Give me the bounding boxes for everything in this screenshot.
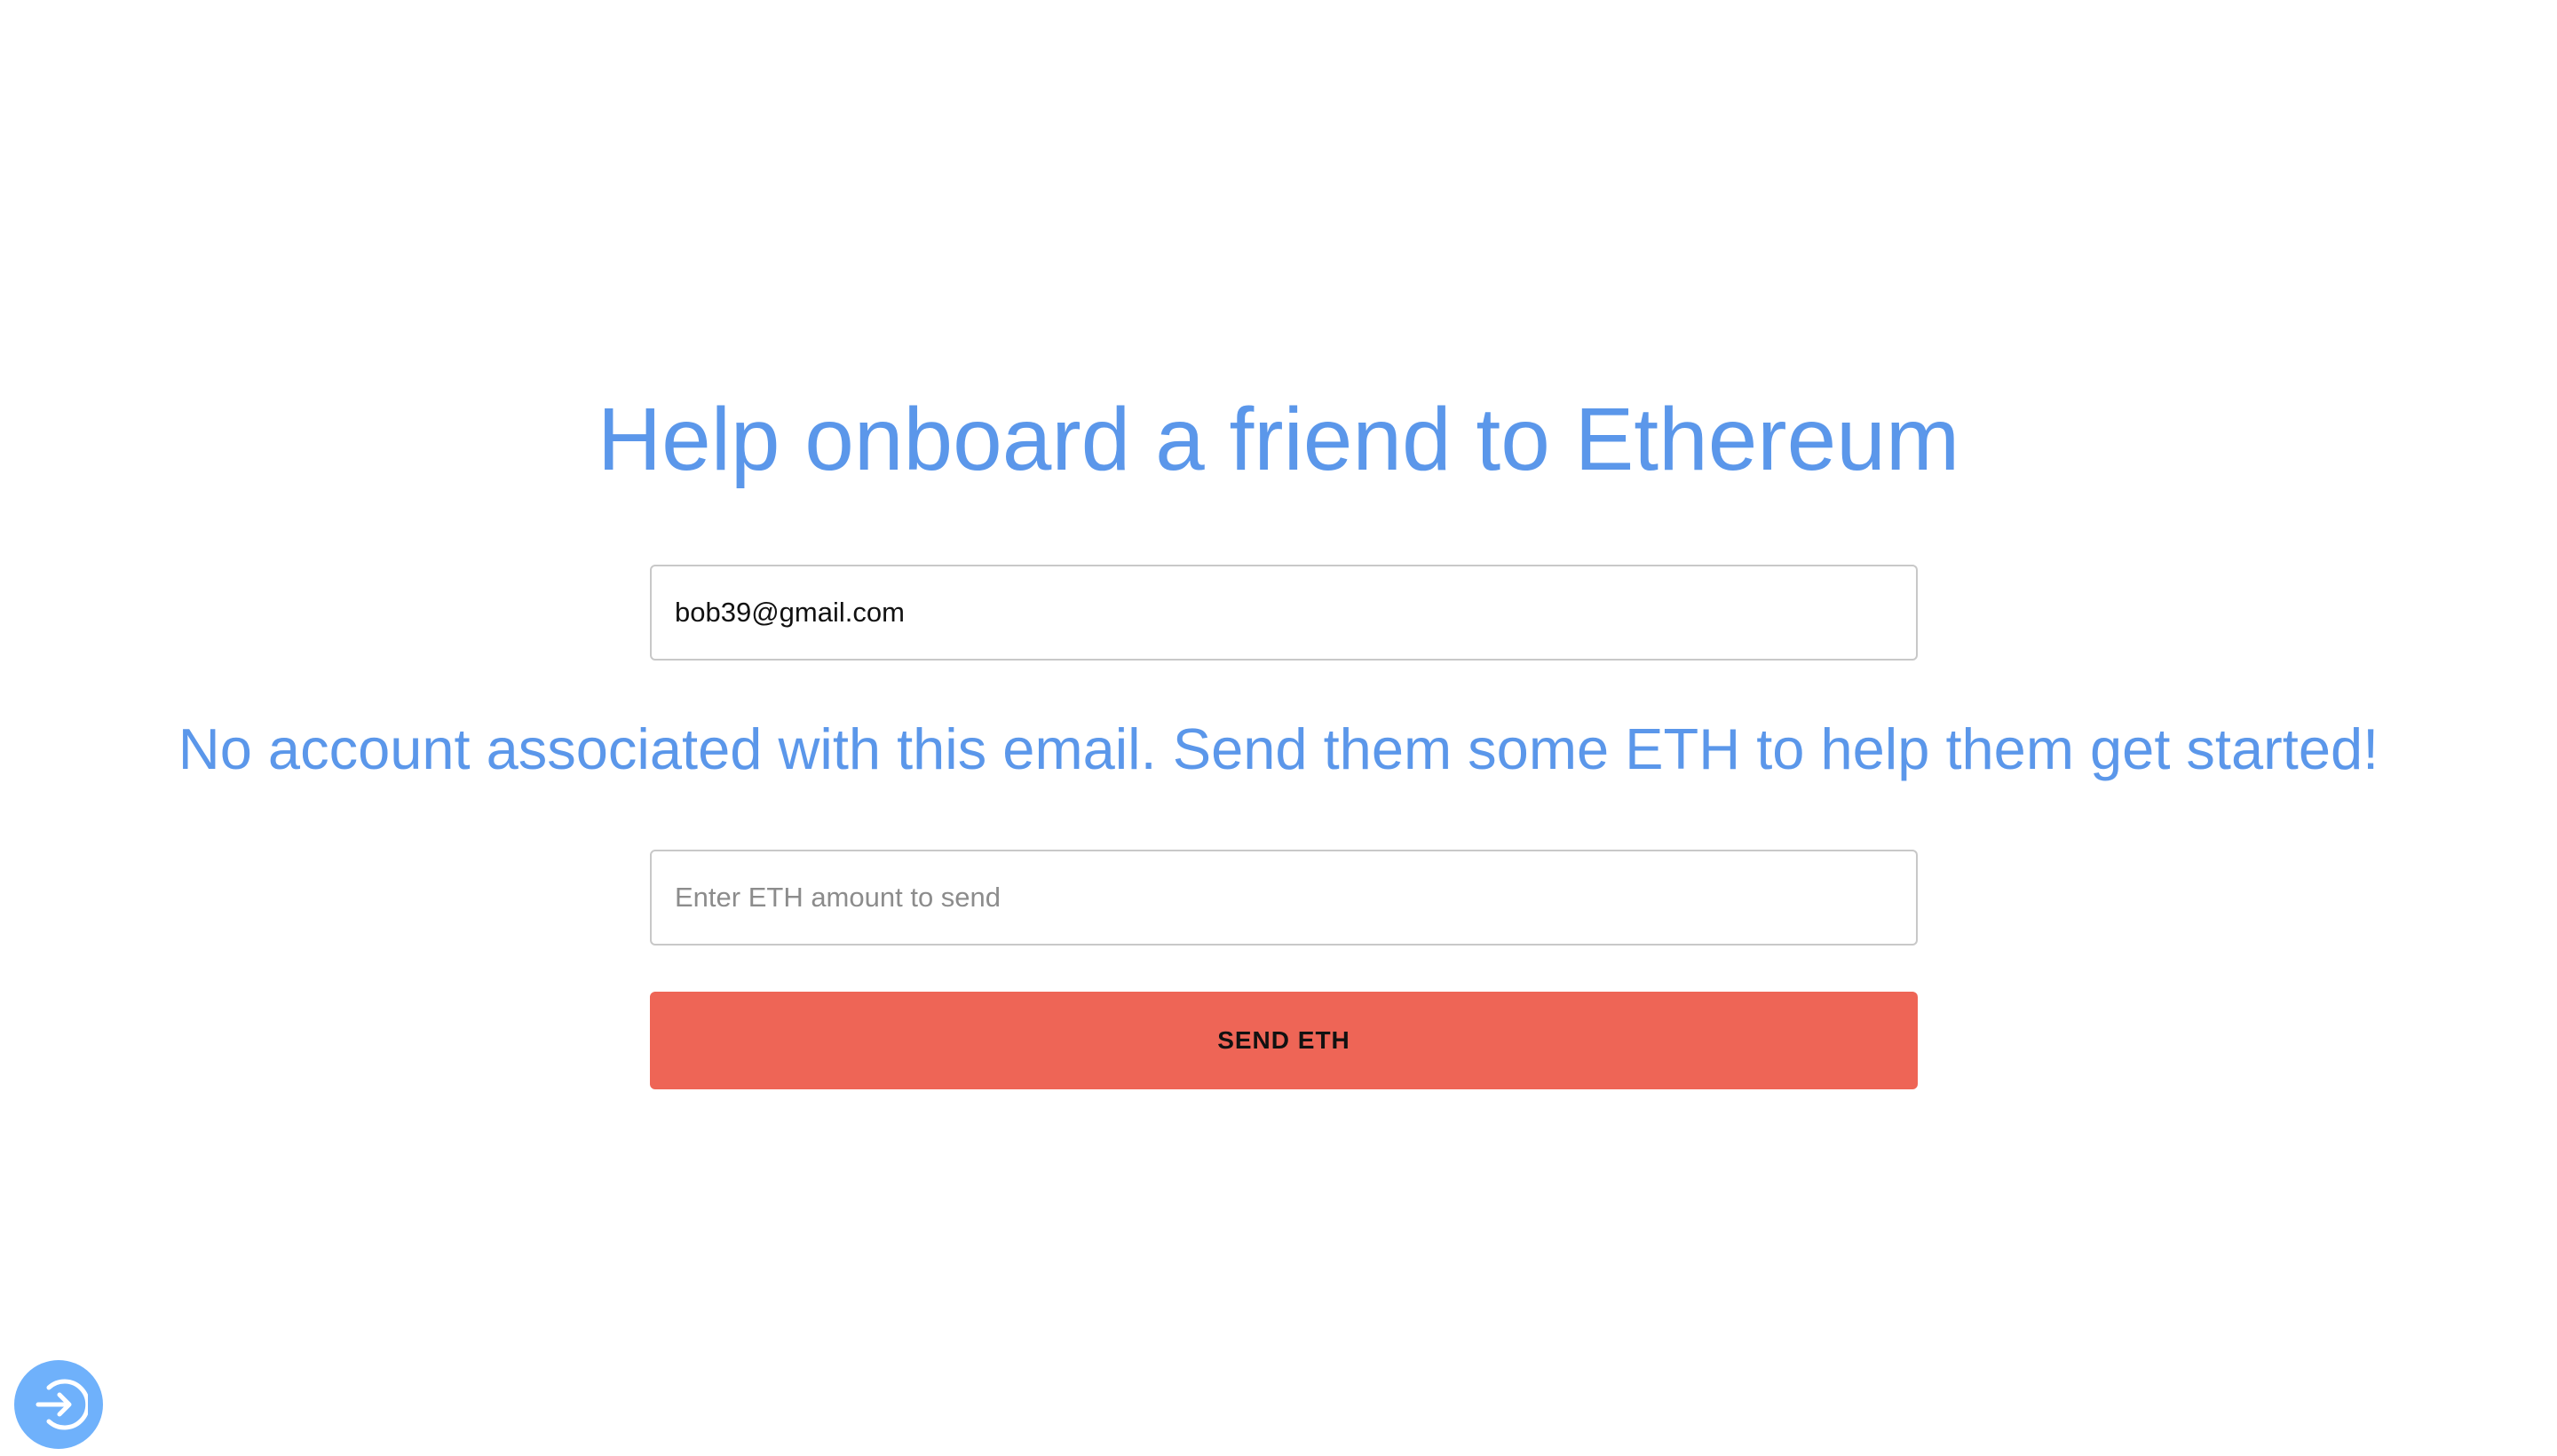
- login-arrow-icon: [29, 1375, 88, 1434]
- page-title: Help onboard a friend to Ethereum: [597, 390, 1960, 489]
- email-field[interactable]: [650, 565, 1918, 661]
- send-eth-button[interactable]: SEND ETH: [650, 992, 1918, 1089]
- status-message: No account associated with this email. S…: [178, 716, 2379, 781]
- page: Help onboard a friend to Ethereum No acc…: [0, 0, 2557, 1456]
- login-fab-button[interactable]: [14, 1360, 103, 1449]
- eth-amount-input[interactable]: [650, 850, 1918, 946]
